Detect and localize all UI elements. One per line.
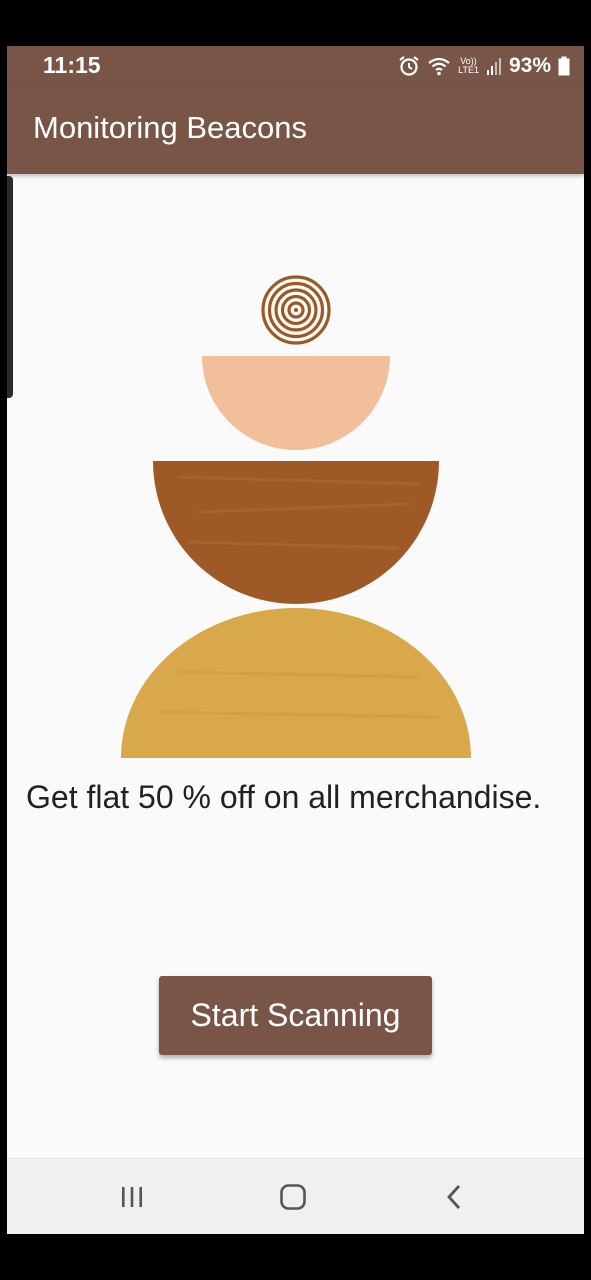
battery-icon — [558, 56, 570, 76]
wifi-icon — [427, 56, 451, 76]
status-bar: 11:15 Vo)) LTE1 93% — [7, 46, 584, 88]
alarm-icon — [398, 55, 420, 77]
balance-illustration — [119, 272, 475, 758]
home-icon[interactable] — [269, 1177, 317, 1217]
recent-apps-icon[interactable] — [108, 1177, 156, 1217]
peach-half-circle — [202, 356, 390, 450]
navigation-bar — [7, 1158, 584, 1234]
promo-text: Get flat 50 % off on all merchandise. — [26, 779, 542, 815]
back-icon[interactable] — [430, 1177, 478, 1217]
lte-label: LTE1 — [458, 65, 479, 75]
concentric-rings — [261, 275, 331, 345]
edge-panel-handle[interactable] — [7, 176, 13, 398]
app-title: Monitoring Beacons — [33, 110, 307, 145]
status-time: 11:15 — [43, 52, 101, 78]
status-icons: Vo)) LTE1 93% — [398, 52, 570, 80]
signal-icon — [486, 56, 502, 76]
device-screen: 11:15 Vo)) LTE1 93% Monitoring Beacons G… — [7, 46, 584, 1234]
battery-percent: 93% — [508, 54, 551, 77]
mustard-half-circle — [121, 608, 471, 758]
brown-half-circle — [153, 461, 439, 604]
network-indicator: Vo)) LTE1 — [458, 57, 479, 75]
start-scanning-button[interactable]: Start Scanning — [159, 976, 432, 1055]
app-bar: Monitoring Beacons — [7, 88, 584, 174]
